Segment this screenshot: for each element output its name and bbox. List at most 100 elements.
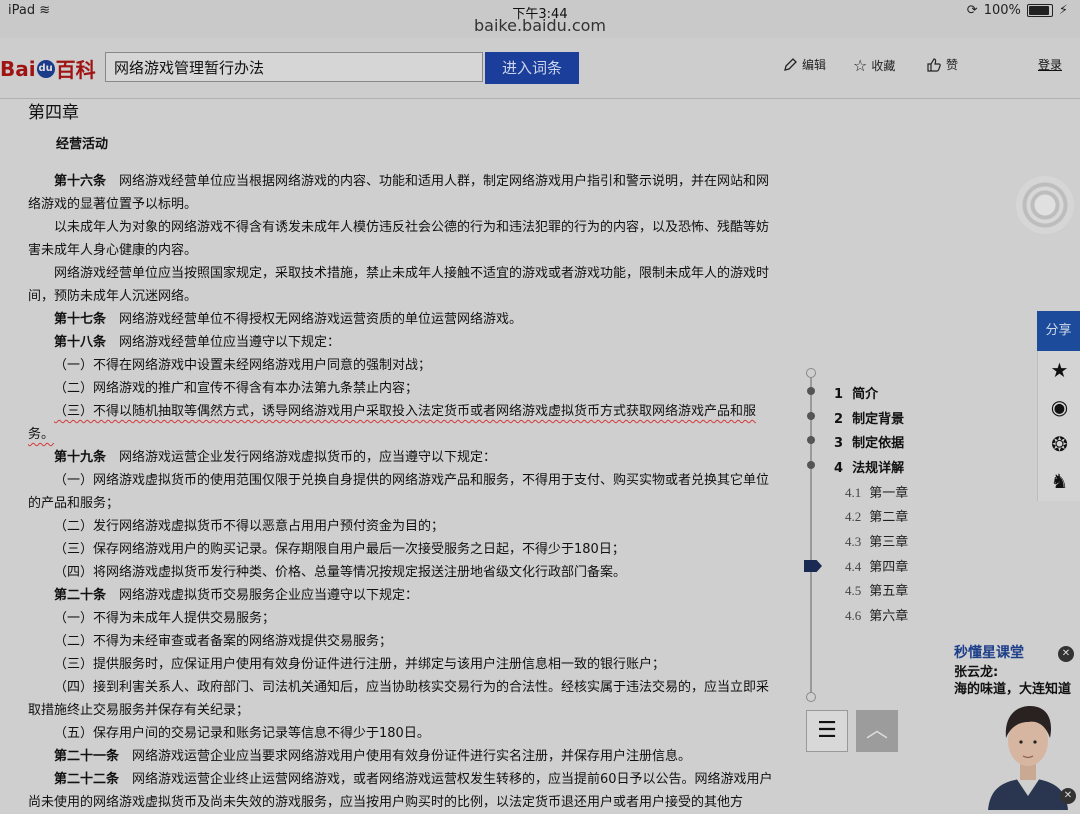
qq-icon[interactable]: ♞ [1038, 462, 1080, 499]
toc-item-2[interactable]: 2 制定背景 [834, 408, 904, 427]
paragraph-text: （一）不得为未成年人提供交易服务； [54, 611, 276, 626]
edit-button[interactable]: 编辑 [782, 56, 826, 73]
article-paragraph: （一）不得在网络游戏中设置未经网络游戏用户同意的强制对战； [28, 354, 776, 377]
address-url[interactable]: baike.baidu.com [0, 16, 1080, 35]
list-icon[interactable]: ☰ [806, 710, 848, 752]
paragraph-text: 以未成年人为对象的网络游戏不得含有诱发未成年人模仿违反社会公德的行为和违法犯罪的… [28, 220, 770, 258]
article-paragraph: （三）不得以随机抽取等偶然方式，诱导网络游戏用户采取投入法定货币或者网络游戏虚拟… [28, 400, 776, 446]
article-number: 第二十条 [54, 588, 107, 603]
article-paragraph: 第二十条 网络游戏虚拟货币交易服务企业应当遵守以下规定： [28, 584, 776, 607]
toc-item-1[interactable]: 1 简介 [834, 383, 878, 402]
article-paragraph: 第二十二条 网络游戏运营企业终止运营网络游戏，或者网络游戏运营权发生转移的，应当… [28, 768, 776, 814]
toc-track [810, 372, 812, 696]
toc-dot [807, 461, 815, 469]
paragraph-text: 网络游戏运营企业应当要求网络游戏用户使用有效身份证件进行实名注册，并保存用户注册… [119, 749, 692, 764]
article-paragraph: 第十八条 网络游戏经营单位应当遵守以下规定： [28, 331, 776, 354]
toc-item-3[interactable]: 3 制定依据 [834, 432, 904, 451]
pencil-icon [784, 57, 797, 71]
article-number: 第十九条 [54, 450, 107, 465]
paragraph-text: 网络游戏运营企业发行网络游戏虚拟货币的，应当遵守以下规定： [106, 450, 497, 465]
paragraph-text: 网络游戏运营企业终止运营网络游戏，或者网络游戏运营权发生转移的，应当提前60日予… [28, 772, 773, 810]
paragraph-text: 网络游戏经营单位应当遵守以下规定： [106, 335, 341, 350]
paragraph-text: （二）发行网络游戏虚拟货币不得以恶意占用用户预付资金为目的； [54, 519, 445, 534]
article-number: 第二十一条 [54, 749, 120, 764]
toc-current-marker [804, 560, 822, 572]
paragraph-text: （一）网络游戏虚拟货币的使用范围仅限于兑换自身提供的网络游戏产品和服务，不得用于… [28, 473, 770, 511]
share-label: 分享 [1037, 311, 1080, 351]
charging-icon: ⚡ [1058, 3, 1068, 18]
close-icon[interactable]: ✕ [1058, 646, 1074, 662]
star-share-icon[interactable]: ★ [1038, 351, 1080, 388]
article-paragraph: 网络游戏经营单位应当按照国家规定，采取技术措施，禁止未成年人接触不适宜的游戏或者… [28, 262, 776, 308]
star-icon: ☆ [853, 56, 868, 75]
login-link[interactable]: 登录 [1038, 56, 1062, 73]
wechat-icon[interactable]: ❂ [1038, 425, 1080, 462]
paragraph-text: （三）保存网络游戏用户的购买记录。保存期限自用户最后一次接受服务之日起，不得少于… [54, 542, 625, 557]
battery-percent: 100% [983, 3, 1021, 18]
article-paragraph: （一）不得为未成年人提供交易服务； [28, 607, 776, 630]
toc-sub-4-3[interactable]: 4.3 第三章 [845, 531, 908, 550]
ad-line-2: 海的味道，大连知道 [954, 682, 1072, 697]
toc-sub-4-1[interactable]: 4.1 第一章 [845, 482, 908, 501]
baidu-baike-logo[interactable]: Bai du 百科 [0, 54, 96, 83]
paragraph-text: （三）不得以随机抽取等偶然方式，诱导网络游戏用户采取投入法定货币或者网络游戏虚拟… [28, 404, 757, 442]
article-paragraph: （五）保存用户间的交易记录和账务记录等信息不得少于180日。 [28, 722, 776, 745]
article-paragraph: （三）保存网络游戏用户的购买记录。保存期限自用户最后一次接受服务之日起，不得少于… [28, 538, 776, 561]
article-paragraph: 第十九条 网络游戏运营企业发行网络游戏虚拟货币的，应当遵守以下规定： [28, 446, 776, 469]
article-paragraph: （二）不得为未经审查或者备案的网络游戏提供交易服务； [28, 630, 776, 653]
paragraph-text: 网络游戏经营单位应当根据网络游戏的内容、功能和适用人群，制定网络游戏用户指引和警… [28, 174, 770, 212]
logo-text-bai: Bai [0, 56, 36, 81]
favorite-label: 收藏 [871, 59, 896, 73]
article-content: 第四章 经营活动 第十六条 网络游戏经营单位应当根据网络游戏的内容、功能和适用人… [28, 102, 776, 814]
enter-entry-button[interactable]: 进入词条 [485, 52, 579, 84]
search-input[interactable]: 网络游戏管理暂行办法 [105, 52, 483, 82]
like-label: 赞 [946, 58, 959, 72]
toc-sub-4-6[interactable]: 4.6 第六章 [845, 605, 908, 624]
like-button[interactable]: 赞 [926, 56, 958, 73]
battery-icon [1026, 4, 1053, 17]
status-bar: iPad ≋ 下午3:44 baike.baidu.com ⟳ 100% ⚡ [0, 0, 1080, 38]
chapter-title: 第四章 [28, 103, 79, 123]
chevron-up-icon[interactable]: ︿ [856, 710, 898, 752]
article-paragraph: 以未成年人为对象的网络游戏不得含有诱发未成年人模仿违反社会公德的行为和违法犯罪的… [28, 216, 776, 262]
toc-item-4[interactable]: 4 法规详解 [834, 457, 904, 476]
paragraph-text: （一）不得在网络游戏中设置未经网络游戏用户同意的强制对战； [54, 358, 432, 373]
toc-dot [807, 387, 815, 395]
toc-dot [807, 412, 815, 420]
paragraph-text: （四）接到利害关系人、政府部门、司法机关通知后，应当协助核实交易行为的合法性。经… [28, 680, 770, 718]
article-paragraph: （二）发行网络游戏虚拟货币不得以恶意占用用户预付资金为目的； [28, 515, 776, 538]
toc-end-dot [806, 692, 816, 702]
article-paragraph: （一）网络游戏虚拟货币的使用范围仅限于兑换自身提供的网络游戏产品和服务，不得用于… [28, 469, 776, 515]
paragraph-list: 第十六条 网络游戏经营单位应当根据网络游戏的内容、功能和适用人群，制定网络游戏用… [28, 170, 776, 814]
paw-icon: du [36, 59, 55, 78]
article-number: 第二十二条 [54, 772, 120, 787]
ad-title[interactable]: 秒懂星课堂 [954, 642, 1024, 662]
section-title: 经营活动 [56, 137, 109, 152]
status-right: ⟳ 100% ⚡ [967, 3, 1068, 18]
toc-sub-4-2[interactable]: 4.2 第二章 [845, 506, 908, 525]
paragraph-text: （二）不得为未经审查或者备案的网络游戏提供交易服务； [54, 634, 393, 649]
toc-sub-4-5[interactable]: 4.5 第五章 [845, 580, 908, 599]
article-paragraph: （三）提供服务时，应保证用户使用有效身份证件进行注册，并绑定与该用户注册信息相一… [28, 653, 776, 676]
paragraph-text: 网络游戏经营单位不得授权无网络游戏运营资质的单位运营网络游戏。 [106, 312, 523, 327]
thumbs-up-icon [927, 57, 941, 72]
close-icon[interactable]: ✕ [1060, 788, 1076, 804]
paragraph-text: （五）保存用户间的交易记录和账务记录等信息不得少于180日。 [54, 726, 430, 741]
site-header: Bai du 百科 网络游戏管理暂行办法 进入词条 编辑 ☆ 收藏 赞 登录 [0, 38, 1080, 99]
paragraph-text: （二）网络游戏的推广和宣传不得含有本办法第九条禁止内容； [54, 381, 419, 396]
article-number: 第十六条 [54, 174, 107, 189]
toc-dot [807, 436, 815, 444]
paragraph-text: （四）将网络游戏虚拟货币发行种类、价格、总量等情况按规定报送注册地省级文化行政部… [54, 565, 627, 580]
logo-text-baike: 百科 [55, 58, 96, 82]
toc-sub-4-4[interactable]: 4.4 第四章 [845, 556, 908, 575]
article-number: 第十七条 [54, 312, 107, 327]
edit-label: 编辑 [802, 58, 827, 72]
weibo-icon[interactable]: ◉ [1038, 388, 1080, 425]
share-panel: ★ ◉ ❂ ♞ [1037, 351, 1080, 501]
article-paragraph: 第十六条 网络游戏经营单位应当根据网络游戏的内容、功能和适用人群，制定网络游戏用… [28, 170, 776, 216]
float-circle-button[interactable] [1016, 176, 1074, 234]
article-paragraph: 第十七条 网络游戏经营单位不得授权无网络游戏运营资质的单位运营网络游戏。 [28, 308, 776, 331]
article-paragraph: （二）网络游戏的推广和宣传不得含有本办法第九条禁止内容； [28, 377, 776, 400]
favorite-button[interactable]: ☆ 收藏 [853, 56, 895, 75]
paragraph-text: （三）提供服务时，应保证用户使用有效身份证件进行注册，并绑定与该用户注册信息相一… [54, 657, 666, 672]
